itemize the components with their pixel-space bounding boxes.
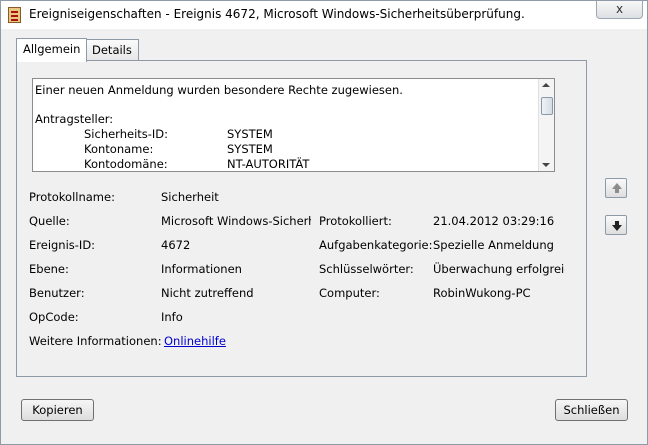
protokollname-value: Sicherheit (161, 190, 219, 204)
close-button[interactable]: Schließen (555, 399, 628, 421)
description-key: Sicherheits-ID: (84, 127, 169, 141)
scroll-up-icon[interactable] (542, 83, 550, 87)
scroll-down-icon[interactable] (542, 163, 550, 167)
opcode-label: OpCode: (29, 310, 79, 324)
description-line: Einer neuen Anmeldung wurden besondere R… (35, 83, 403, 97)
event-properties-window: Ereigniseigenschaften - Ereignis 4672, M… (0, 0, 648, 445)
general-tab-panel: Einer neuen Anmeldung wurden besondere R… (16, 60, 587, 377)
description-value: SYSTEM (227, 127, 273, 141)
description-scrollbar[interactable] (538, 79, 554, 171)
protokollname-label: Protokollname: (29, 190, 115, 204)
event-log-icon (8, 7, 21, 23)
ebene-value: Informationen (161, 262, 242, 276)
weitere-informationen-label: Weitere Informationen: (29, 334, 162, 348)
scroll-thumb[interactable] (541, 97, 553, 115)
quelle-label: Quelle: (29, 214, 70, 228)
description-value: NT-AUTORITÄT (227, 157, 310, 171)
schluesselwoerter-label: Schlüsselwörter: (319, 262, 414, 276)
arrow-down-icon (612, 225, 622, 231)
computer-label: Computer: (319, 286, 380, 300)
aufgabenkategorie-label: Aufgabenkategorie: (319, 238, 433, 252)
ebene-label: Ebene: (29, 262, 69, 276)
ereignis-id-label: Ereignis-ID: (29, 238, 96, 252)
tab-details[interactable]: Details (85, 39, 139, 61)
description-key: Kontodomäne: (84, 157, 168, 171)
aufgabenkategorie-value: Spezielle Anmeldung (433, 238, 554, 252)
close-window-button[interactable]: x (596, 1, 643, 19)
title-bar: Ereigniseigenschaften - Ereignis 4672, M… (1, 1, 647, 29)
description-section-heading: Antragsteller: (35, 112, 114, 126)
copy-button[interactable]: Kopieren (21, 399, 94, 421)
tab-allgemein[interactable]: Allgemein (16, 38, 88, 62)
event-description-box[interactable]: Einer neuen Anmeldung wurden besondere R… (32, 78, 555, 172)
ereignis-id-value: 4672 (161, 238, 191, 252)
online-help-link[interactable]: Onlinehilfe (164, 334, 226, 348)
protokolliert-label: Protokolliert: (319, 214, 392, 228)
computer-value: RobinWukong-PC (433, 286, 531, 300)
window-title: Ereigniseigenschaften - Ereignis 4672, M… (29, 7, 525, 21)
next-event-button[interactable] (605, 215, 627, 235)
benutzer-label: Benutzer: (29, 286, 85, 300)
description-key: Kontoname: (84, 142, 154, 156)
previous-event-button[interactable] (605, 178, 627, 198)
schluesselwoerter-value: Überwachung erfolgreic (433, 262, 565, 276)
description-value: SYSTEM (227, 142, 273, 156)
protokolliert-value: 21.04.2012 03:29:16 (433, 214, 555, 228)
quelle-value: Microsoft Windows-Sicherhе (161, 214, 311, 228)
opcode-value: Info (161, 310, 183, 324)
benutzer-value: Nicht zutreffend (161, 286, 254, 300)
